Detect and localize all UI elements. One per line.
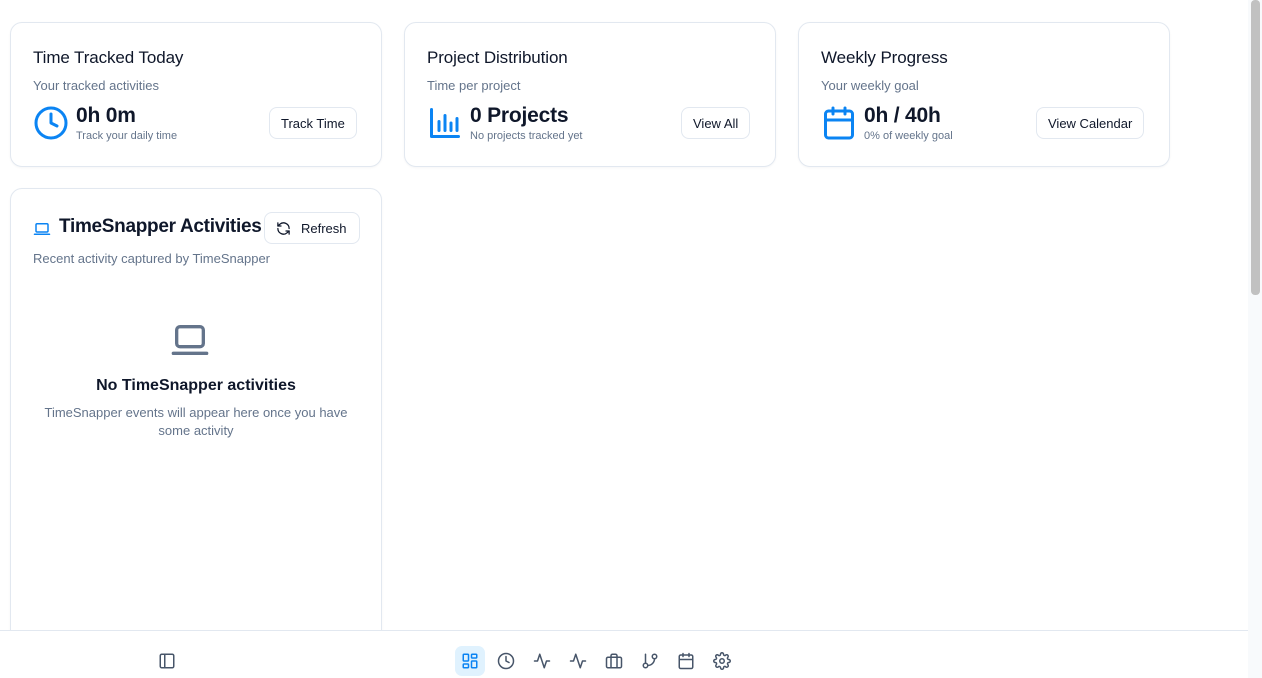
projects-caption: No projects tracked yet [470, 130, 583, 142]
scrollbar-thumb[interactable] [1251, 0, 1260, 295]
nav-settings[interactable] [707, 646, 737, 676]
calendar-icon [824, 106, 854, 140]
laptop-icon [171, 325, 209, 355]
activity-icon [569, 653, 587, 669]
bar-chart-icon [430, 108, 460, 138]
weekly-value: 0h / 40h [864, 104, 941, 127]
empty-state-title: No TimeSnapper activities [96, 377, 296, 394]
nav-git[interactable] [635, 646, 665, 676]
card-title: Project Distribution [427, 48, 568, 67]
activity-icon [533, 653, 551, 669]
time-tracked-today-card: Time Tracked Today Your tracked activiti… [10, 22, 382, 167]
card-title: Time Tracked Today [33, 48, 184, 67]
track-time-button[interactable]: Track Time [269, 107, 357, 139]
dashboard-icon [462, 653, 478, 669]
timesnapper-activities-card: TimeSnapper Activities Refresh Recent ac… [10, 188, 382, 658]
settings-icon [713, 652, 731, 670]
view-calendar-label: View Calendar [1048, 115, 1133, 131]
time-today-value: 0h 0m [76, 104, 136, 127]
empty-state-description: TimeSnapper events will appear here once… [44, 405, 348, 438]
view-all-label: View All [693, 115, 739, 131]
sidebar-toggle-button[interactable] [152, 646, 182, 676]
refresh-label: Refresh [301, 220, 347, 236]
view-all-button[interactable]: View All [681, 107, 751, 139]
time-today-caption: Track your daily time [76, 130, 178, 142]
card-subtitle: Time per project [427, 78, 521, 93]
activities-title: TimeSnapper Activities [59, 216, 262, 237]
bottom-nav-bar [0, 630, 1248, 678]
weekly-caption: 0% of weekly goal [864, 130, 953, 142]
nav-calendar[interactable] [671, 646, 701, 676]
refresh-icon [277, 221, 290, 235]
view-calendar-button[interactable]: View Calendar [1036, 107, 1145, 139]
card-title: Weekly Progress [821, 48, 948, 67]
card-subtitle: Your tracked activities [33, 78, 159, 93]
nav-activity[interactable] [527, 646, 557, 676]
nav-time[interactable] [491, 646, 521, 676]
briefcase-icon [605, 653, 623, 669]
clock-icon [34, 106, 68, 140]
projects-value: 0 Projects [470, 104, 569, 127]
calendar-icon [678, 652, 694, 670]
card-subtitle: Your weekly goal [821, 78, 919, 93]
refresh-button[interactable]: Refresh [264, 212, 360, 244]
nav-projects[interactable] [599, 646, 629, 676]
git-branch-icon [642, 653, 658, 669]
sidebar-toggle-icon [159, 653, 175, 669]
project-distribution-card: Project Distribution Time per project 0 … [404, 22, 776, 167]
track-time-label: Track Time [281, 115, 345, 131]
weekly-progress-card: Weekly Progress Your weekly goal 0h / 40… [798, 22, 1170, 167]
laptop-icon [33, 223, 51, 235]
nav-dashboard[interactable] [455, 646, 485, 676]
activities-subtitle: Recent activity captured by TimeSnapper [33, 251, 271, 266]
nav-activity-2[interactable] [563, 646, 593, 676]
clock-icon [497, 652, 515, 670]
